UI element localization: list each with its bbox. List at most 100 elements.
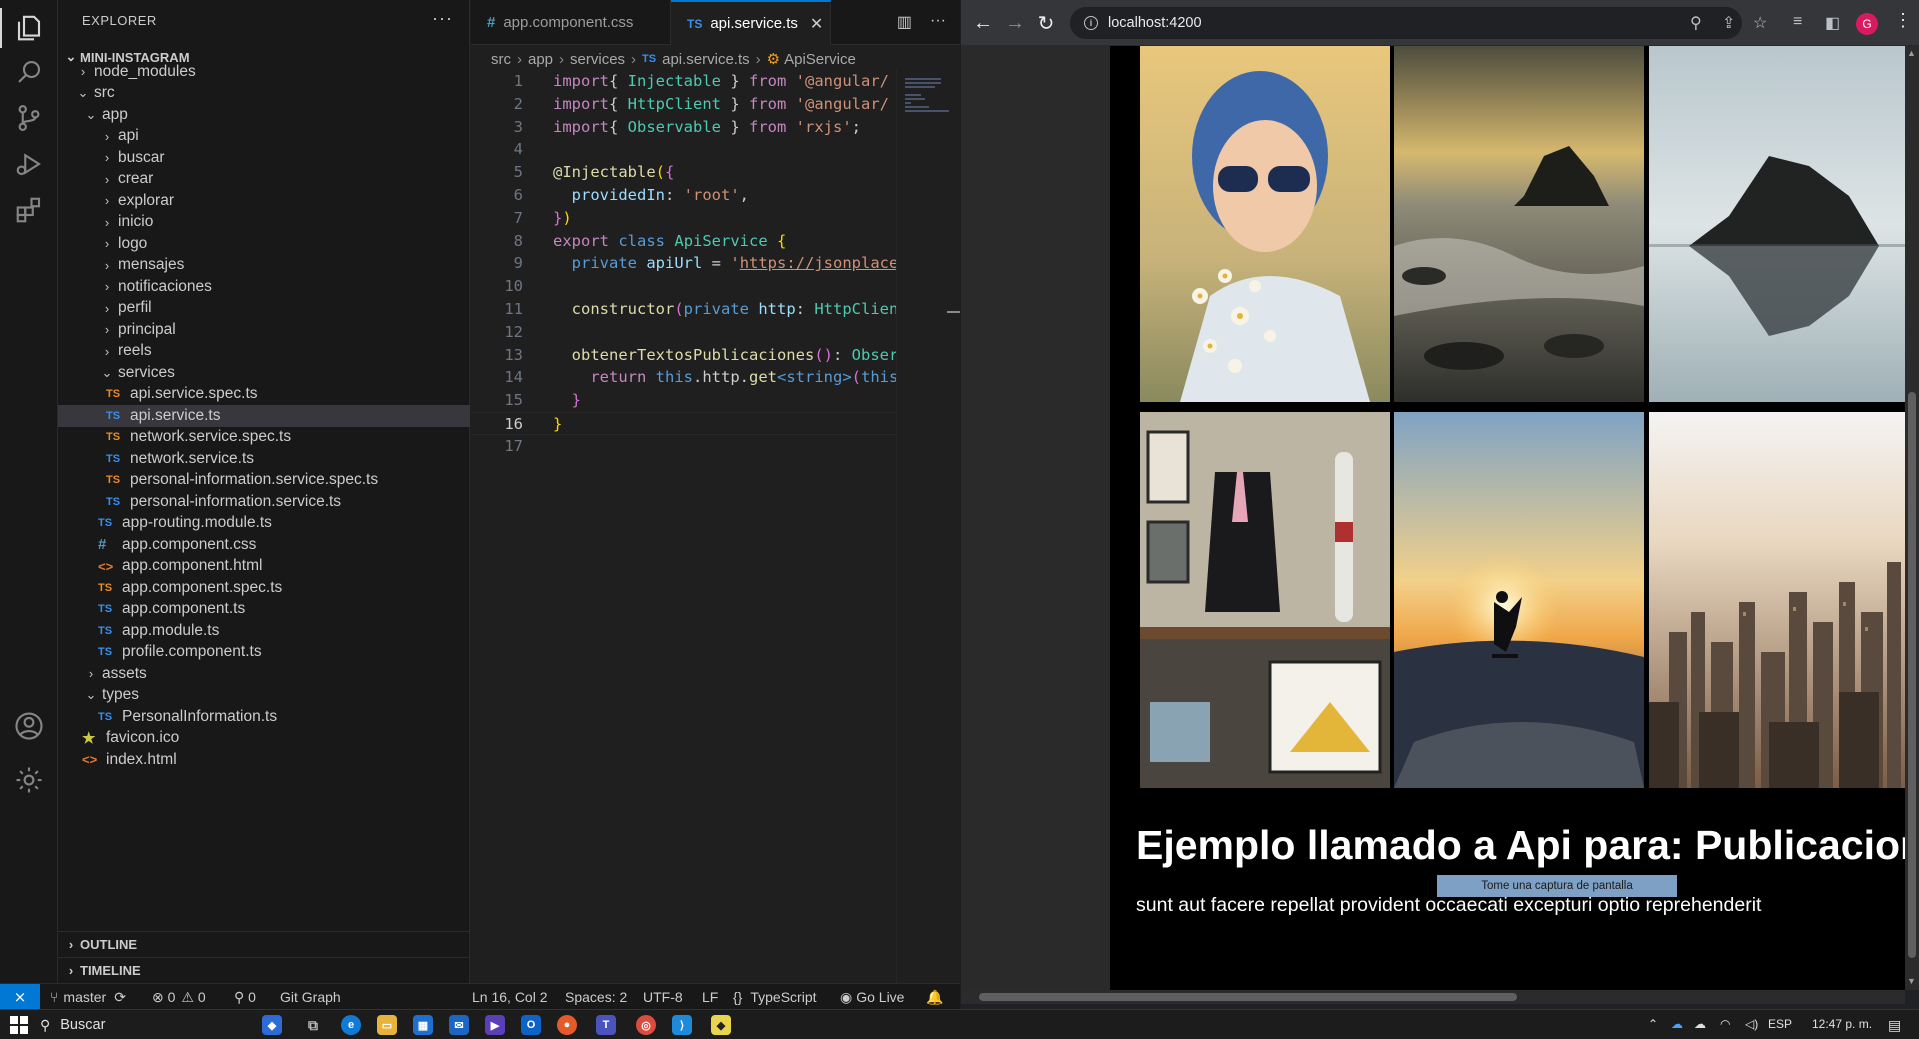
breadcrumb-item[interactable]: src [491, 51, 511, 68]
photo-woman-sunglasses[interactable] [1140, 46, 1390, 402]
tree-item-buscar[interactable]: › buscar [58, 147, 470, 169]
code-line[interactable]: 11 constructor(private http: HttpClien [471, 298, 896, 321]
mail-icon[interactable]: ✉ [449, 1015, 469, 1035]
tree-item-favicon[interactable]: ★ favicon.ico [58, 728, 470, 750]
photo-rock-reflection[interactable] [1649, 46, 1905, 402]
photo-shop-interior[interactable] [1140, 412, 1390, 788]
side-panel-icon[interactable]: ◧ [1825, 13, 1840, 33]
tree-item-network-service[interactable]: TS network.service.ts [58, 448, 470, 470]
photo-skateboarder-sunset[interactable] [1394, 412, 1644, 788]
tree-item-services[interactable]: ⌄ services [58, 362, 470, 384]
editor-more-icon[interactable]: ··· [930, 12, 946, 32]
site-info-icon[interactable]: i [1084, 16, 1098, 30]
scroll-down-arrow-icon[interactable]: ▼ [1907, 976, 1916, 986]
remote-indicator-icon[interactable]: ⨯ [0, 983, 40, 1009]
vertical-scrollbar[interactable]: ▲ ▼ [1905, 46, 1919, 990]
address-bar[interactable]: i localhost:4200 [1070, 7, 1742, 39]
code-line[interactable]: 10 [471, 275, 896, 298]
browser-menu-icon[interactable]: ⋮ [1894, 10, 1912, 31]
code-line[interactable]: 9 private apiUrl = 'https://jsonplace [471, 252, 896, 275]
tree-item-reels[interactable]: › reels [58, 341, 470, 363]
settings-gear-icon[interactable] [0, 752, 58, 808]
encoding[interactable]: UTF-8 [643, 984, 683, 1009]
tree-item-app[interactable]: ⌄ app [58, 104, 470, 126]
reload-icon[interactable]: ↻ [1033, 10, 1059, 36]
breadcrumb-item[interactable]: api.service.ts [662, 51, 750, 68]
tree-item-notificaciones[interactable]: › notificaciones [58, 276, 470, 298]
tree-item-app-routing-module[interactable]: TS app-routing.module.ts [58, 513, 470, 535]
tree-item-personal-information-service[interactable]: TS personal-information.service.ts [58, 491, 470, 513]
share-icon[interactable]: ⇪ [1722, 13, 1735, 33]
tree-item-mensajes[interactable]: › mensajes [58, 255, 470, 277]
code-editor[interactable]: 1 import{ Injectable } from '@angular/2 im… [471, 70, 896, 460]
split-editor-icon[interactable]: ▥ [897, 12, 912, 32]
photo-city-skyline[interactable] [1649, 412, 1905, 788]
git-graph-button[interactable]: Git Graph [280, 984, 341, 1009]
taskbar-search[interactable]: ⚲ Buscar [40, 1013, 280, 1037]
tree-item-assets[interactable]: › assets [58, 663, 470, 685]
code-line[interactable]: 6 providedIn: 'root', [471, 184, 896, 207]
close-tab-icon[interactable]: ✕ [810, 14, 823, 34]
profile-avatar[interactable]: G [1856, 13, 1878, 35]
tree-item-node-modules[interactable]: › node_modules [58, 61, 470, 83]
input-language[interactable]: ESP [1768, 1017, 1792, 1031]
tray-chevron-icon[interactable]: ⌃ [1648, 1017, 1658, 1031]
code-line[interactable]: 12 [471, 321, 896, 344]
horizontal-scroll-thumb[interactable] [979, 993, 1517, 1001]
breadcrumb-item[interactable]: app [528, 51, 553, 68]
outline-section[interactable]: › OUTLINE [58, 931, 470, 957]
go-live-button[interactable]: ◉ Go Live [840, 984, 904, 1009]
git-app-icon[interactable]: ◆ [711, 1015, 731, 1035]
tree-item-api-service[interactable]: TS api.service.ts [58, 405, 470, 427]
tree-item-principal[interactable]: › principal [58, 319, 470, 341]
tree-item-index-html[interactable]: <> index.html [58, 749, 470, 771]
tree-item-explorar[interactable]: › explorar [58, 190, 470, 212]
code-line[interactable]: 13 obtenerTextosPublicaciones(): Obser [471, 344, 896, 367]
code-line[interactable]: 1 import{ Injectable } from '@angular/ [471, 70, 896, 93]
bookmark-star-icon[interactable]: ☆ [1753, 13, 1767, 33]
back-arrow-icon[interactable]: ← [970, 10, 996, 36]
code-line[interactable]: 5 @Injectable({ [471, 161, 896, 184]
account-icon[interactable] [0, 698, 58, 754]
code-line[interactable]: 8 export class ApiService { [471, 230, 896, 253]
code-line[interactable]: 16} [471, 411, 896, 435]
volume-icon[interactable]: ◁) [1745, 1017, 1758, 1031]
scroll-up-arrow-icon[interactable]: ▲ [1907, 48, 1916, 58]
cursor-position[interactable]: Ln 16, Col 2 [472, 984, 548, 1009]
horizontal-scrollbar[interactable] [961, 990, 1905, 1004]
tree-item-app-component-spec[interactable]: TS app.component.spec.ts [58, 577, 470, 599]
tree-item-profile-component[interactable]: TS profile.component.ts [58, 642, 470, 664]
cloud-sync-icon[interactable]: ☁ [1694, 1017, 1706, 1031]
minimap[interactable] [896, 70, 960, 983]
end-of-line[interactable]: LF [702, 984, 718, 1009]
extensions-icon[interactable] [0, 182, 58, 238]
zoom-icon[interactable]: ⚲ [1690, 13, 1702, 33]
wifi-icon[interactable]: ◠ [1720, 1017, 1730, 1031]
code-line[interactable]: 15 } [471, 389, 896, 412]
outlook-icon[interactable]: O [521, 1015, 541, 1035]
tree-item-app-component-html[interactable]: <> app.component.html [58, 556, 470, 578]
notifications-icon[interactable]: ▤ [1888, 1017, 1901, 1034]
search-highlight-icon[interactable]: ◆ [262, 1015, 282, 1035]
bell-icon[interactable]: 🔔 [926, 984, 943, 1009]
tree-item-src[interactable]: ⌄ src [58, 83, 470, 105]
timeline-section[interactable]: › TIMELINE [58, 957, 470, 983]
tree-item-app-component-css[interactable]: # app.component.css [58, 534, 470, 556]
store-icon[interactable]: ▦ [413, 1015, 433, 1035]
media-player-icon[interactable]: ▶ [485, 1015, 505, 1035]
sync-icon[interactable]: ⟳ [114, 989, 126, 1006]
code-line[interactable]: 17 [471, 435, 896, 458]
explorer-more-icon[interactable]: ··· [432, 8, 453, 29]
edge-browser-icon[interactable]: e [341, 1015, 361, 1035]
code-line[interactable]: 4 [471, 138, 896, 161]
tree-item-types[interactable]: ⌄ types [58, 685, 470, 707]
vscode-app-icon[interactable]: ⟩ [672, 1015, 692, 1035]
tree-item-app-component-ts[interactable]: TS app.component.ts [58, 599, 470, 621]
windows-start-icon[interactable] [10, 1016, 28, 1034]
vertical-scroll-thumb[interactable] [1908, 392, 1916, 958]
task-view-icon[interactable]: ⧉ [303, 1015, 323, 1035]
tree-item-inicio[interactable]: › inicio [58, 212, 470, 234]
tree-item-personal-information-service-spec[interactable]: TS personal-information.service.spec.ts [58, 470, 470, 492]
problems-indicator[interactable]: ⊗ 0 ⚠ 0 [152, 984, 206, 1009]
tree-item-app-module[interactable]: TS app.module.ts [58, 620, 470, 642]
